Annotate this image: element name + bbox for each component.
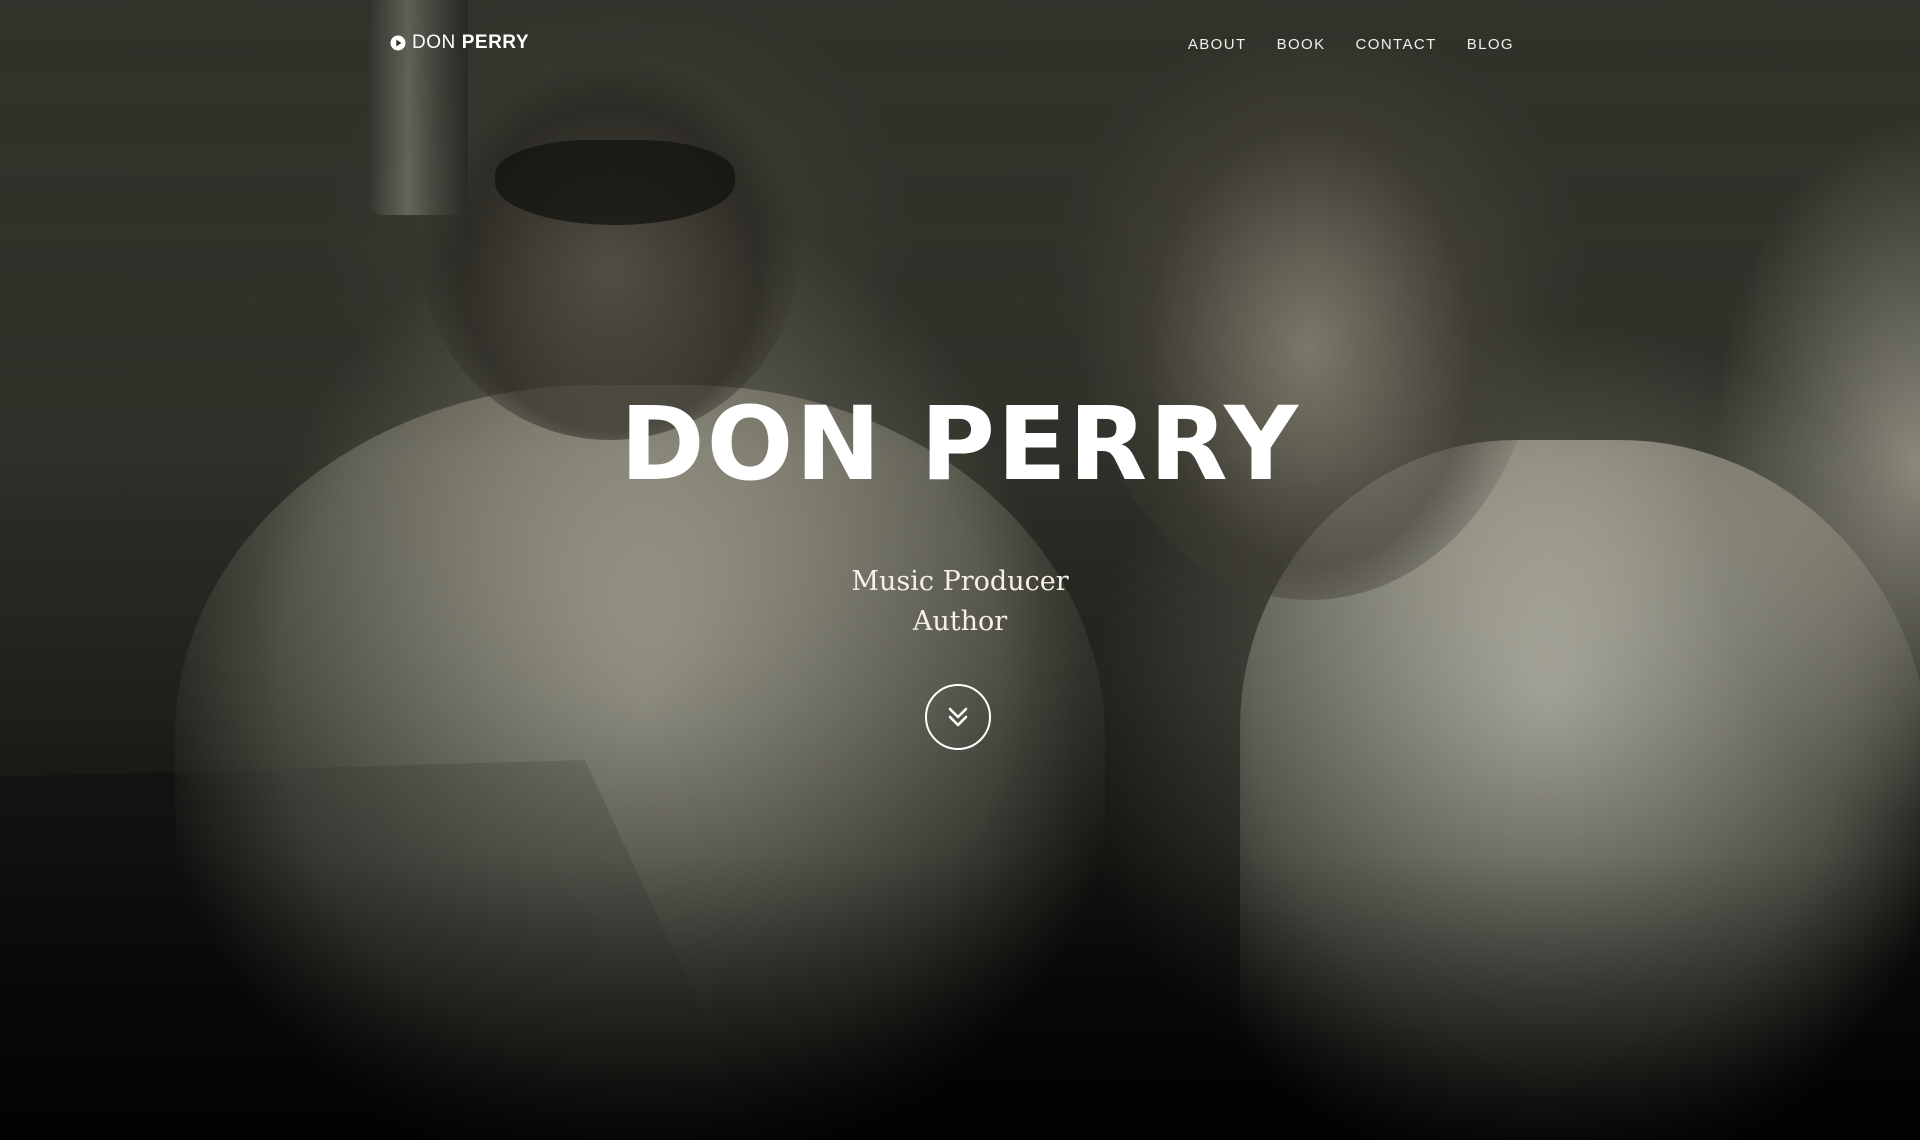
scroll-down-button[interactable] xyxy=(925,684,991,750)
chevrons-down-icon xyxy=(948,707,968,727)
nav-link-book[interactable]: BOOK xyxy=(1277,36,1326,53)
nav-link-blog[interactable]: BLOG xyxy=(1467,36,1514,53)
nav-item-book: BOOK xyxy=(1277,36,1326,54)
hero-content: DON PERRY Music Producer Author xyxy=(0,380,1920,642)
nav-item-about: ABOUT xyxy=(1188,36,1247,54)
brand-logo-link[interactable]: DON PERRY xyxy=(390,32,529,54)
top-navbar: DON PERRY ABOUT BOOK CONTACT BLOG xyxy=(0,30,1920,62)
nav-item-blog: BLOG xyxy=(1467,36,1514,54)
nav-link-contact[interactable]: CONTACT xyxy=(1356,36,1437,53)
nav-item-contact: CONTACT xyxy=(1356,36,1437,54)
hero-subtitle-line-2: Author xyxy=(912,606,1008,637)
background-photo-sunglasses xyxy=(495,140,735,225)
background-photo-lectern xyxy=(0,760,780,1140)
brand-first-name: DON xyxy=(412,32,456,53)
nav-link-about[interactable]: ABOUT xyxy=(1188,36,1247,53)
play-circle-icon xyxy=(390,35,406,51)
hero-subtitle: Music Producer Author xyxy=(0,562,1920,642)
nav-menu: ABOUT BOOK CONTACT BLOG xyxy=(1188,36,1514,54)
brand-last-name: PERRY xyxy=(461,32,529,53)
hero-section: DON PERRY ABOUT BOOK CONTACT BLOG DON PE… xyxy=(0,0,1920,1140)
hero-subtitle-line-1: Music Producer xyxy=(851,566,1069,597)
hero-title: DON PERRY xyxy=(619,385,1301,504)
